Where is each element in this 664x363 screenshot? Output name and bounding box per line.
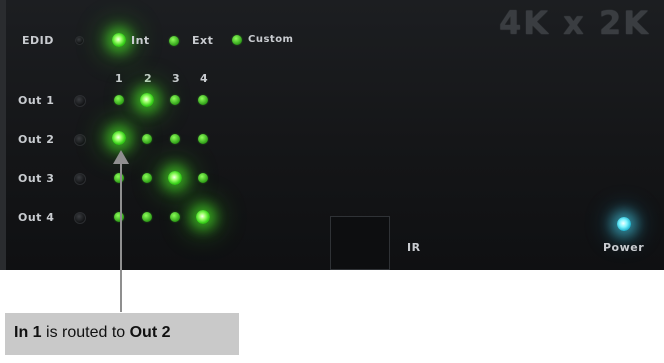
input-number-4: 4 bbox=[200, 72, 209, 85]
out-3-label: Out 3 bbox=[18, 172, 55, 185]
out-2-label: Out 2 bbox=[18, 133, 55, 146]
out-4-button[interactable] bbox=[74, 212, 86, 224]
out-1-label: Out 1 bbox=[18, 94, 55, 107]
edid-ext-label: Ext bbox=[192, 34, 214, 47]
callout-arrow-line bbox=[120, 160, 122, 312]
edid-custom-label: Custom bbox=[248, 34, 294, 45]
out-4-in-4-led bbox=[196, 210, 210, 224]
out-1-button[interactable] bbox=[74, 95, 86, 107]
edid-int-label: Int bbox=[131, 34, 150, 47]
out-3-in-2-led bbox=[142, 173, 152, 183]
edid-ext-led bbox=[169, 36, 179, 46]
callout-box: In 1 is routed to Out 2 bbox=[5, 313, 239, 355]
power-led bbox=[617, 217, 631, 231]
power-label: Power bbox=[603, 241, 645, 254]
out-1-in-4-led bbox=[198, 95, 208, 105]
out-3-button[interactable] bbox=[74, 173, 86, 185]
ir-sensor-window bbox=[330, 216, 390, 270]
callout-output: Out 2 bbox=[129, 324, 171, 341]
callout-input: In 1 bbox=[14, 324, 42, 341]
callout-text: is routed to bbox=[41, 324, 130, 341]
out-1-in-3-led bbox=[170, 95, 180, 105]
out-3-in-4-led bbox=[198, 173, 208, 183]
out-2-in-3-led bbox=[170, 134, 180, 144]
out-4-in-1-led bbox=[114, 212, 124, 222]
out-3-in-3-led bbox=[168, 171, 182, 185]
ir-label: IR bbox=[407, 241, 421, 254]
product-title: 4K x 2K bbox=[498, 4, 650, 42]
out-2-in-1-led bbox=[112, 131, 126, 145]
edid-label: EDID bbox=[22, 34, 54, 47]
edid-custom-led bbox=[232, 35, 242, 45]
device-front-panel: 4K x 2K EDID Int Ext Custom 1 2 3 4 Out … bbox=[0, 0, 664, 270]
out-4-in-3-led bbox=[170, 212, 180, 222]
callout-arrow-head bbox=[113, 150, 129, 164]
out-1-in-1-led bbox=[114, 95, 124, 105]
edid-int-led bbox=[112, 33, 126, 47]
edid-select-button[interactable] bbox=[75, 36, 84, 45]
input-number-1: 1 bbox=[115, 72, 124, 85]
out-2-in-4-led bbox=[198, 134, 208, 144]
out-1-in-2-led bbox=[140, 93, 154, 107]
panel-edge bbox=[0, 0, 6, 270]
out-4-label: Out 4 bbox=[18, 211, 55, 224]
out-2-button[interactable] bbox=[74, 134, 86, 146]
out-2-in-2-led bbox=[142, 134, 152, 144]
out-3-in-1-led bbox=[114, 173, 124, 183]
input-number-3: 3 bbox=[172, 72, 181, 85]
out-4-in-2-led bbox=[142, 212, 152, 222]
input-number-2: 2 bbox=[144, 72, 153, 85]
